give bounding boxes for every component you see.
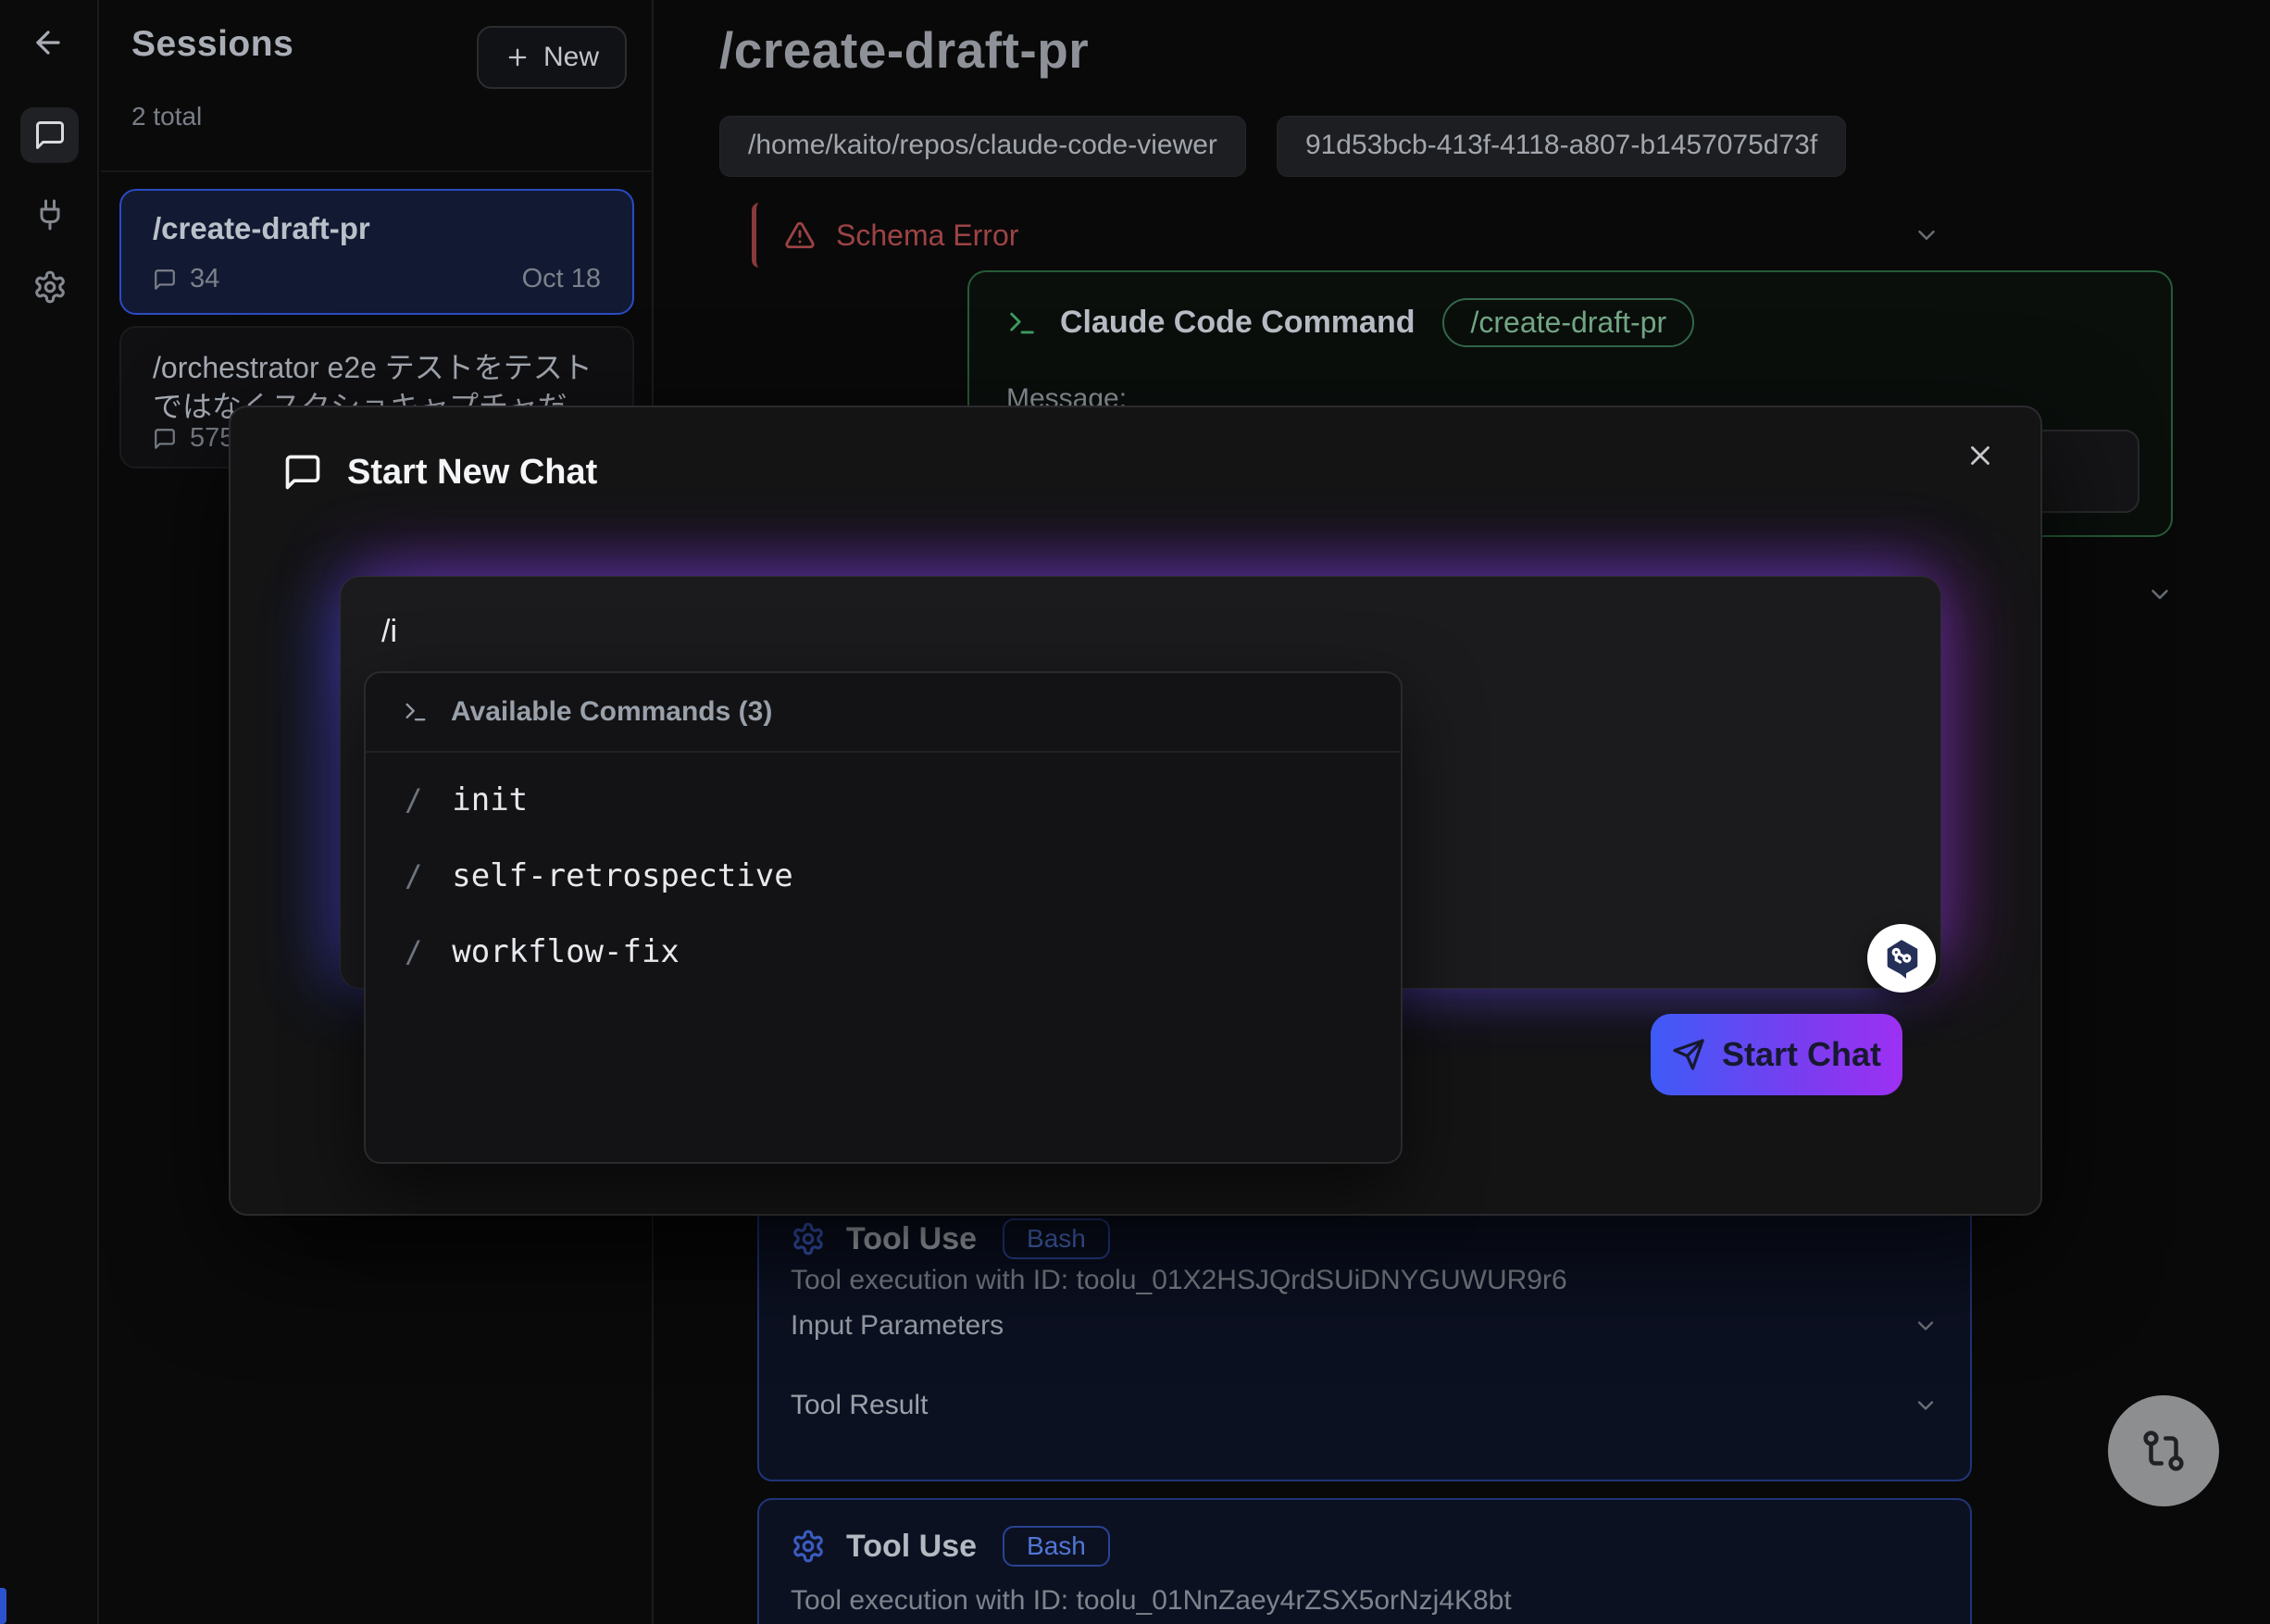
section-label: Input Parameters: [791, 1310, 1004, 1342]
chat-input-value: /i: [381, 614, 397, 650]
chat-bubble-icon: [33, 119, 67, 152]
new-session-button[interactable]: New: [477, 26, 627, 89]
bash-badge: Bash: [1003, 1218, 1110, 1259]
bash-badge: Bash: [1003, 1526, 1110, 1567]
command-prefix: /: [405, 858, 422, 893]
dialog-header: Start New Chat: [282, 452, 597, 493]
command-option-self-retrospective[interactable]: / self-retrospective: [366, 838, 1401, 914]
tool-card-title: Tool Use: [846, 1221, 977, 1257]
chevron-down-icon[interactable]: [1913, 221, 1940, 249]
send-icon: [1672, 1038, 1705, 1071]
command-badge: /create-draft-pr: [1442, 298, 1694, 347]
command-name: init: [452, 781, 528, 818]
divider: [101, 170, 652, 172]
sidebar-item-mcp[interactable]: [20, 187, 79, 243]
tool-execution-id: Tool execution with ID: toolu_01NnZaey4r…: [791, 1585, 1512, 1617]
tool-card-title: Tool Use: [846, 1529, 977, 1565]
session-meta: 34 Oct 18: [153, 264, 601, 294]
command-card-title: Claude Code Command: [1060, 305, 1415, 341]
tool-execution-id: Tool execution with ID: toolu_01X2HSJQrd…: [791, 1265, 1567, 1296]
app-screen: Sessions New 2 total /create-draft-pr 34…: [0, 0, 2270, 1624]
gear-icon: [32, 269, 68, 305]
input-parameters-section[interactable]: Input Parameters: [791, 1305, 1939, 1346]
session-card-create-draft-pr[interactable]: /create-draft-pr 34 Oct 18: [119, 189, 634, 315]
app-logo-badge: [1867, 924, 1936, 993]
dropdown-header: Available Commands (3): [366, 673, 1401, 753]
terminal-prompt-icon: [403, 699, 429, 725]
gear-icon: [791, 1529, 826, 1564]
session-date: Oct 18: [522, 264, 601, 294]
edge-accent-bar: [0, 1588, 6, 1624]
icon-sidebar: [0, 0, 99, 1624]
session-id-badge[interactable]: 91d53bcb-413f-4118-a807-b1457075d73f: [1277, 116, 1846, 177]
git-compare-floating-button[interactable]: [2108, 1395, 2219, 1506]
command-name: workflow-fix: [452, 933, 680, 970]
gear-icon: [791, 1221, 826, 1256]
close-icon: [1964, 440, 1996, 471]
chevron-down-icon: [1913, 1393, 1939, 1418]
arrow-left-icon: [31, 25, 66, 60]
chat-bubble-icon: [153, 427, 177, 451]
git-compare-icon: [2139, 1426, 2189, 1476]
header-badges: /home/kaito/repos/claude-code-viewer 91d…: [719, 116, 1846, 177]
schema-error-section[interactable]: Schema Error: [752, 203, 1972, 268]
plug-icon: [33, 198, 67, 231]
section-label: Tool Result: [791, 1390, 928, 1421]
tool-card-header: Tool Use Bash: [791, 1218, 1110, 1259]
command-name: self-retrospective: [452, 857, 792, 894]
repo-path-badge[interactable]: /home/kaito/repos/claude-code-viewer: [719, 116, 1246, 177]
start-chat-button[interactable]: Start Chat: [1651, 1014, 1902, 1095]
sessions-title: Sessions: [131, 24, 293, 65]
chat-bubble-icon: [282, 452, 323, 493]
message-count: 34: [190, 264, 219, 294]
command-list: / init / self-retrospective / workflow-f…: [366, 753, 1401, 990]
available-commands-dropdown: Available Commands (3) / init / self-ret…: [364, 671, 1403, 1164]
new-session-label: New: [543, 42, 599, 73]
dropdown-header-label: Available Commands (3): [451, 696, 772, 728]
tool-use-card-2: Tool Use Bash Tool execution with ID: to…: [757, 1498, 1972, 1624]
tool-result-section[interactable]: Tool Result: [791, 1385, 1939, 1426]
sidebar-item-sessions[interactable]: [20, 107, 79, 163]
close-button[interactable]: [1958, 433, 2002, 478]
sidebar-item-settings[interactable]: [20, 259, 79, 315]
command-prefix: /: [405, 782, 422, 818]
dialog-title: Start New Chat: [347, 453, 597, 493]
schema-error-label: Schema Error: [836, 219, 1018, 253]
back-button[interactable]: [28, 22, 69, 63]
tool-card-header: Tool Use Bash: [791, 1526, 1110, 1567]
chevron-down-icon[interactable]: [2146, 581, 2174, 608]
warning-triangle-icon: [784, 219, 816, 251]
command-option-init[interactable]: / init: [366, 762, 1401, 838]
command-prefix: /: [405, 934, 422, 969]
page-title: /create-draft-pr: [719, 20, 1089, 80]
sessions-count: 2 total: [131, 102, 202, 131]
start-chat-label: Start Chat: [1722, 1035, 1881, 1074]
command-option-workflow-fix[interactable]: / workflow-fix: [366, 914, 1401, 990]
hexagon-chat-logo-icon: [1880, 937, 1923, 980]
plus-icon: [505, 44, 530, 70]
chevron-down-icon: [1913, 1313, 1939, 1339]
tool-use-card-1: Tool Use Bash Tool execution with ID: to…: [757, 1202, 1972, 1481]
session-title: /create-draft-pr: [153, 211, 370, 246]
terminal-prompt-icon: [1006, 307, 1038, 339]
start-new-chat-dialog: Start New Chat /i Available Commands (3): [229, 406, 2042, 1216]
chat-bubble-icon: [153, 268, 177, 292]
command-card-header: Claude Code Command /create-draft-pr: [1006, 298, 1694, 347]
